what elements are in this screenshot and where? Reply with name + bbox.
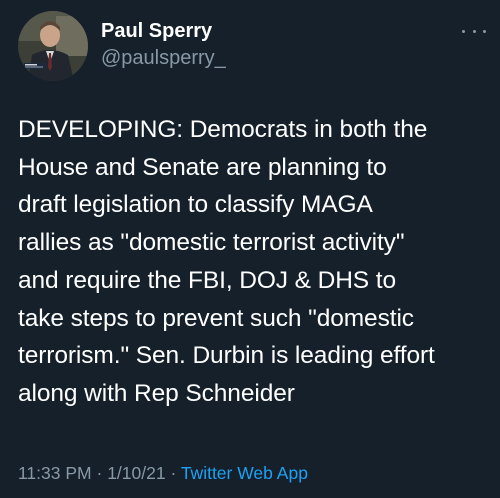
avatar-photo: [18, 11, 88, 81]
ellipsis-dot: [472, 29, 476, 33]
ellipsis-icon[interactable]: [462, 25, 486, 37]
avatar[interactable]: [18, 11, 88, 81]
author-handle[interactable]: @paulsperry_: [101, 45, 226, 71]
ellipsis-dot: [483, 29, 486, 33]
meta-separator: ·: [96, 463, 103, 483]
tweet-text: DEVELOPING: Democrats in both the House …: [18, 116, 435, 407]
author-info: Paul Sperry @paulsperry_: [101, 19, 226, 71]
author-display-name[interactable]: Paul Sperry: [101, 19, 226, 43]
tweet-metadata: 11:33 PM · 1/10/21 · Twitter Web App: [18, 462, 308, 484]
meta-separator: ·: [170, 463, 177, 483]
tweet-time[interactable]: 11:33 PM: [18, 463, 92, 483]
ellipsis-dot: [462, 29, 465, 33]
tweet-date[interactable]: 1/10/21: [107, 463, 165, 483]
tweet-source-link[interactable]: Twitter Web App: [181, 463, 308, 483]
tweet-card: Paul Sperry @paulsperry_ DEVELOPING: Dem…: [0, 0, 500, 498]
